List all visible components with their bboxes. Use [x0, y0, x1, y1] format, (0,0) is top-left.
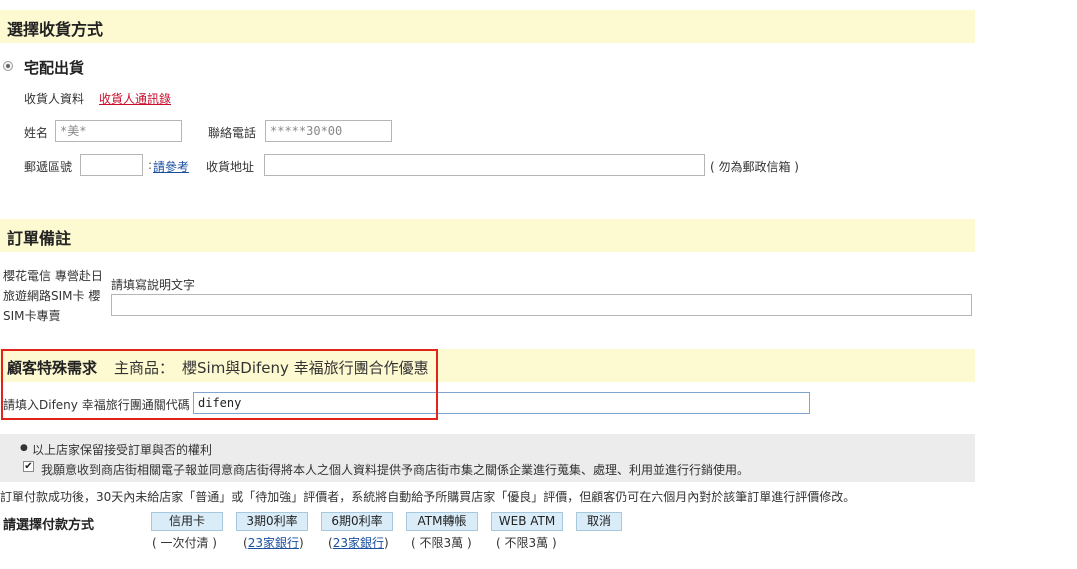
installment-6-button[interactable]: 6期0利率	[321, 512, 393, 531]
installment-3-note-close: )	[298, 536, 304, 550]
credit-card-button[interactable]: 信用卡	[151, 512, 223, 531]
rating-notice: 訂單付款成功後，30天內未給店家「普通」或「待加強」評價者，系統將自動給予所購買…	[0, 490, 856, 504]
delivery-option-label: 宅配出貨	[24, 59, 85, 77]
cancel-button[interactable]: 取消	[576, 512, 622, 531]
delivery-radio[interactable]	[3, 61, 13, 71]
address-input[interactable]	[264, 154, 705, 176]
consent-checkbox[interactable]: ✔	[23, 461, 34, 472]
installment-3-note: (23家銀行)	[243, 534, 304, 551]
address-label: 收貨地址	[206, 160, 255, 174]
atm-transfer-button[interactable]: ATM轉帳	[406, 512, 478, 531]
installment-3-bank-link[interactable]: 23家銀行	[248, 536, 299, 550]
highlight-frame	[1, 349, 438, 420]
installment-6-note: (23家銀行)	[328, 534, 389, 551]
delivery-section-title: 選擇收貨方式	[7, 20, 104, 39]
address-book-link[interactable]: 收貨人通訊錄	[99, 90, 171, 107]
agreements-box: ● 以上店家保留接受訂單與否的權利 ✔ 我願意收到商店街相關電子報並同意商店街得…	[0, 434, 975, 482]
installment-3-button[interactable]: 3期0利率	[236, 512, 308, 531]
phone-label: 聯絡電話	[208, 126, 257, 140]
radio-dot-icon	[6, 64, 10, 68]
credit-card-note: ( 一次付清 )	[152, 536, 217, 550]
name-input[interactable]: *美*	[55, 120, 182, 142]
zip-ref-separator: :	[148, 158, 153, 172]
bullet-icon: ●	[20, 443, 28, 453]
web-atm-button[interactable]: WEB ATM	[491, 512, 563, 531]
order-notes-section-title: 訂單備註	[7, 229, 72, 248]
delivery-section-header: 選擇收貨方式	[0, 10, 975, 43]
zip-label: 郵遞區號	[24, 160, 73, 174]
payment-label: 請選擇付款方式	[3, 518, 95, 533]
recipient-label: 收貨人資料	[24, 92, 85, 106]
consent-text: 我願意收到商店街相關電子報並同意商店街得將本人之個人資料提供予商店街市集之關係企…	[41, 463, 750, 477]
address-note: ( 勿為郵政信箱 )	[710, 160, 799, 174]
zip-input[interactable]	[80, 154, 143, 176]
order-note-input[interactable]	[111, 294, 972, 316]
phone-input[interactable]: *****30*00	[265, 120, 392, 142]
installment-6-note-close: )	[383, 536, 389, 550]
name-label: 姓名	[24, 126, 49, 140]
installment-6-bank-link[interactable]: 23家銀行	[333, 536, 384, 550]
order-notes-section-header: 訂單備註	[0, 219, 975, 252]
atm-note: ( 不限3萬 )	[411, 536, 472, 550]
order-product-name: 櫻花電信 專營赴日旅遊網路SIM卡 櫻SIM卡專賣	[3, 269, 103, 323]
web-atm-note: ( 不限3萬 )	[496, 536, 557, 550]
rights-notice: 以上店家保留接受訂單與否的權利	[32, 443, 213, 457]
zip-reference-link[interactable]: 請參考	[153, 158, 189, 175]
order-note-instruction: 請填寫說明文字	[111, 278, 196, 292]
